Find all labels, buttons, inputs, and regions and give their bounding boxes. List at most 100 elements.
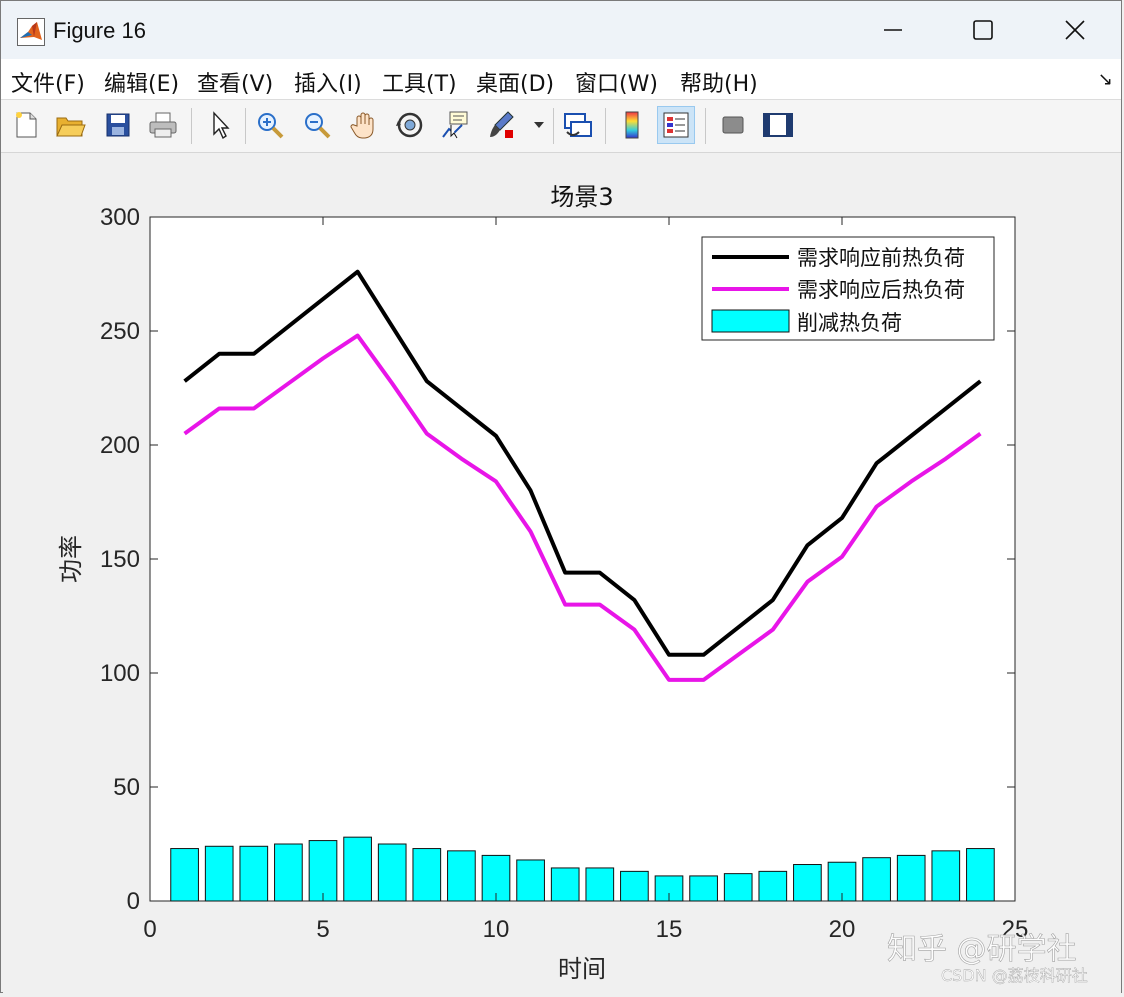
minimize-icon (884, 29, 902, 31)
edit-plot-arrow-icon (213, 111, 230, 140)
save-button[interactable] (99, 106, 137, 144)
menu-file[interactable]: 文件(F) (11, 66, 85, 98)
zoom-out-icon (305, 113, 331, 139)
bar-reduced-load (308, 840, 338, 902)
close-button[interactable] (1029, 1, 1121, 59)
menu-window[interactable]: 窗口(W) (575, 66, 658, 98)
toolbar-separator (705, 108, 706, 144)
legend-label-after: 需求响应后热负荷 (797, 278, 965, 302)
data-cursor-icon (442, 111, 468, 139)
new-figure-icon (16, 112, 37, 138)
brush-button[interactable] (483, 106, 521, 144)
maximize-button[interactable] (937, 1, 1029, 59)
menu-desktop[interactable]: 桌面(D) (476, 66, 554, 98)
x-axis-label: 时间 (558, 955, 606, 983)
pan-hand-icon (350, 112, 374, 139)
bar-reduced-load (204, 845, 234, 902)
title-bar[interactable]: Figure 16 (1, 1, 1121, 59)
colorbar-icon (625, 111, 639, 139)
y-axis-label: 功率 (57, 535, 85, 583)
toolbar-separator (605, 108, 606, 144)
toolbar-separator (553, 108, 554, 144)
bar-reduced-load (931, 850, 961, 902)
zoom-out-button[interactable] (298, 106, 336, 144)
watermark-csdn: CSDN @荔枝科研社 (941, 966, 1088, 985)
y-tick-label: 250 (100, 318, 140, 345)
bar-reduced-load (343, 836, 372, 902)
chart-title: 场景3 (550, 183, 613, 211)
bar-reduced-load (585, 867, 615, 902)
pan-button[interactable] (345, 106, 383, 144)
maximize-icon (973, 20, 993, 40)
watermark-zhihu: 知乎 @研学社 (887, 932, 1077, 967)
x-tick-label: 0 (143, 916, 156, 943)
brush-dropdown[interactable] (529, 106, 549, 144)
figure-window: Figure 16 文件(F) 编辑(E) 查看(V) 插入(I) 工具(T) … (0, 0, 1122, 993)
menu-bar: 文件(F) 编辑(E) 查看(V) 插入(I) 工具(T) 桌面(D) 窗口(W… (1, 59, 1121, 100)
legend-label-before: 需求响应前热负荷 (797, 246, 965, 270)
bar-reduced-load (239, 845, 269, 902)
zoom-in-icon (258, 113, 284, 139)
link-plot-icon (564, 113, 592, 137)
bar-reduced-load (758, 870, 788, 902)
y-tick-label: 200 (100, 432, 140, 459)
x-tick-label: 20 (829, 916, 856, 943)
save-icon (106, 113, 130, 137)
bar-reduced-load (170, 848, 199, 902)
menu-help[interactable]: 帮助(H) (680, 66, 758, 98)
menu-edit[interactable]: 编辑(E) (104, 66, 179, 98)
menu-insert[interactable]: 插入(I) (294, 66, 362, 98)
show-plot-tools-icon (763, 113, 793, 137)
close-icon (1065, 20, 1085, 40)
hide-plot-tools-button[interactable] (714, 106, 752, 144)
y-tick-label: 50 (113, 774, 140, 801)
x-tick-label: 15 (656, 916, 683, 943)
legend-icon (663, 112, 689, 138)
rotate-3d-icon (396, 112, 423, 138)
zoom-in-button[interactable] (251, 106, 289, 144)
open-file-icon (56, 117, 86, 137)
bar-reduced-load (793, 864, 822, 902)
bar-reduced-load (896, 854, 926, 902)
matlab-logo-icon (17, 18, 45, 46)
colorbar-button[interactable] (613, 106, 651, 144)
bar-reduced-load (274, 843, 303, 902)
data-cursor-button[interactable] (437, 106, 475, 144)
hide-plot-tools-icon (722, 116, 744, 134)
new-figure-button[interactable] (7, 106, 45, 144)
y-tick-label: 300 (100, 204, 140, 231)
plot-area[interactable]: 0 5 10 15 20 25050100150200250300 场景3 时间 功率 需… (3, 153, 1121, 993)
bar-reduced-load (966, 848, 995, 902)
bar-reduced-load (516, 859, 545, 902)
x-tick-label: 10 (483, 916, 510, 943)
y-tick-label: 150 (100, 546, 140, 573)
bar-reduced-load (377, 843, 407, 902)
y-tick-label: 0 (127, 888, 140, 915)
bar-reduced-load (862, 857, 891, 902)
menu-tools[interactable]: 工具(T) (382, 66, 457, 98)
print-icon (149, 112, 177, 138)
rotate-3d-button[interactable] (391, 106, 429, 144)
minimize-button[interactable] (847, 1, 939, 59)
window-title: Figure 16 (53, 18, 146, 43)
menu-view[interactable]: 查看(V) (197, 66, 273, 98)
edit-plot-button[interactable] (201, 106, 239, 144)
show-plot-tools-button[interactable] (759, 106, 797, 144)
print-button[interactable] (144, 106, 182, 144)
link-plot-button[interactable] (559, 106, 597, 144)
y-tick-label: 100 (100, 660, 140, 687)
dropdown-arrow-icon (534, 122, 544, 128)
bar-reduced-load (447, 850, 476, 902)
bar-reduced-load (412, 848, 442, 902)
legend-label-reduced: 削减热负荷 (797, 311, 902, 335)
open-file-button[interactable] (51, 106, 89, 144)
toolbar-overflow-arrow[interactable]: ↘ (1098, 69, 1113, 90)
bar-reduced-load (689, 875, 718, 902)
bar-reduced-load (550, 867, 580, 902)
bar-reduced-load (620, 870, 649, 902)
legend-swatch-reduced (711, 309, 790, 333)
brush-icon (490, 111, 514, 138)
figure-canvas: 0 5 10 15 20 25 0 50 100 150 200 250 300 场景3 时间 功率 需… (3, 153, 1121, 993)
legend[interactable]: 需求响应前热负荷 需求响应后热负荷 削减热负荷 (701, 236, 995, 341)
legend-button[interactable] (657, 106, 695, 144)
